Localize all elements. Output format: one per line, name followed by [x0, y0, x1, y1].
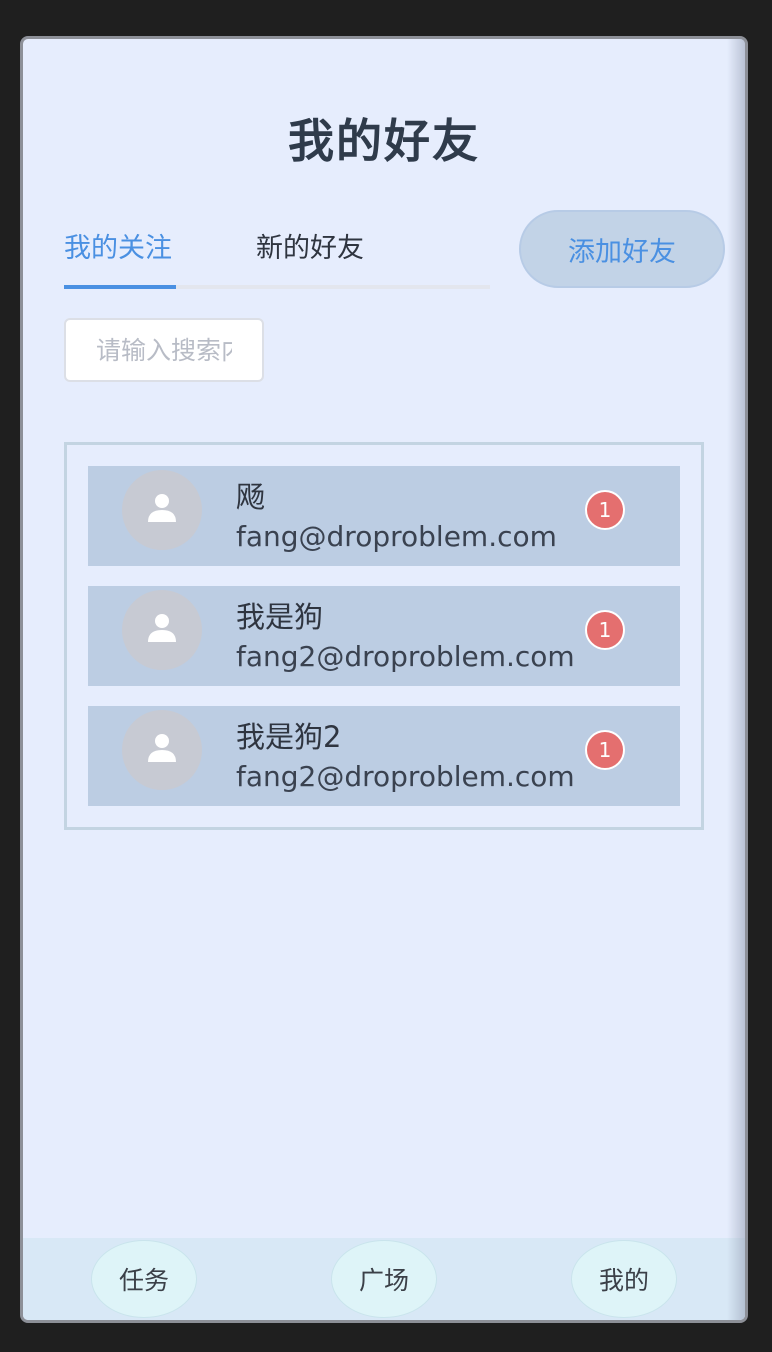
friend-email: fang@droproblem.com	[236, 520, 557, 553]
nav-square-button[interactable]: 广场	[331, 1240, 437, 1318]
unread-badge: 1	[585, 490, 625, 530]
user-icon	[148, 734, 176, 762]
add-friend-button[interactable]: 添加好友	[519, 210, 725, 288]
avatar	[122, 470, 202, 550]
avatar	[122, 710, 202, 790]
active-tab-indicator	[64, 285, 176, 289]
user-icon	[148, 614, 176, 642]
unread-badge: 1	[585, 730, 625, 770]
friend-name: 我是狗	[236, 600, 324, 634]
unread-badge: 1	[585, 610, 625, 650]
search-input[interactable]	[64, 318, 264, 382]
avatar	[122, 590, 202, 670]
nav-tasks-button[interactable]: 任务	[91, 1240, 197, 1318]
phone-screen: 我的好友 我的关注 新的好友 添加好友 飏 fang@droproblem.co…	[20, 36, 748, 1323]
friend-email: fang2@droproblem.com	[236, 640, 575, 673]
friend-list-item[interactable]: 我是狗2 fang2@droproblem.com 1	[88, 706, 680, 806]
friend-name: 飏	[236, 480, 266, 514]
nav-mine-button[interactable]: 我的	[571, 1240, 677, 1318]
friend-list-item[interactable]: 我是狗 fang2@droproblem.com 1	[88, 586, 680, 686]
tab-bar: 我的关注 新的好友	[64, 223, 490, 289]
page-title: 我的好友	[288, 114, 480, 168]
user-icon	[148, 494, 176, 522]
friend-email: fang2@droproblem.com	[236, 760, 575, 793]
bottom-nav: 任务 广场 我的	[23, 1238, 745, 1320]
tab-new-friends[interactable]: 新的好友	[256, 229, 386, 285]
friend-list: 飏 fang@droproblem.com 1 我是狗 fang2@dropro…	[64, 442, 704, 830]
friend-name: 我是狗2	[236, 720, 342, 754]
tab-following[interactable]: 我的关注	[64, 229, 176, 285]
friend-list-item[interactable]: 飏 fang@droproblem.com 1	[88, 466, 680, 566]
